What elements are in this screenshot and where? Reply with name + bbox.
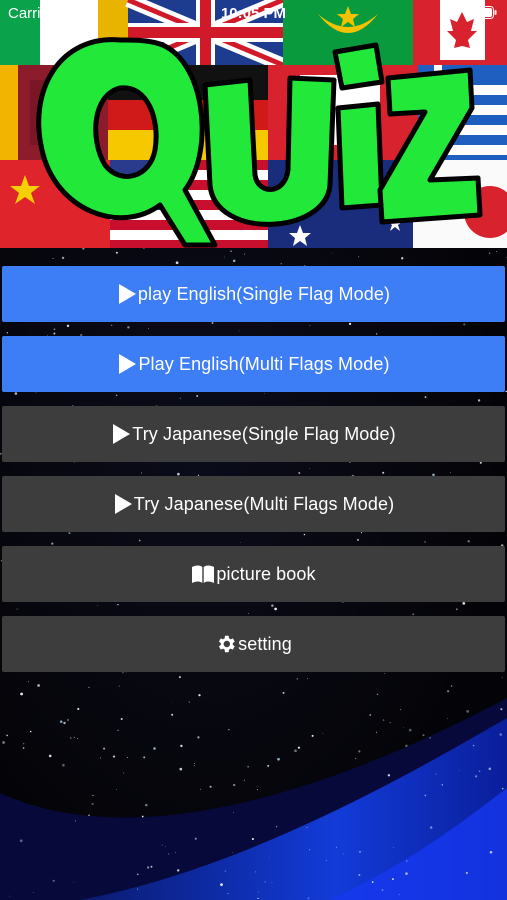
status-bar: Carrier 10:05 PM bbox=[0, 0, 507, 26]
gear-icon bbox=[215, 633, 237, 655]
button-label: setting bbox=[238, 633, 292, 654]
play-icon bbox=[117, 353, 137, 375]
play-icon bbox=[111, 423, 131, 445]
button-label: Try Japanese(Multi Flags Mode) bbox=[133, 493, 395, 514]
button-label: picture book bbox=[216, 563, 316, 584]
button-label: play English(Single Flag Mode) bbox=[137, 283, 391, 304]
button-label: Try Japanese(Single Flag Mode) bbox=[132, 423, 396, 444]
quiz-logo bbox=[36, 37, 483, 248]
try-japanese-single-button[interactable]: Try Japanese(Single Flag Mode) bbox=[2, 406, 505, 462]
flag-collage-header bbox=[0, 0, 507, 248]
button-label: Play English(Multi Flags Mode) bbox=[138, 353, 390, 374]
book-icon bbox=[191, 564, 215, 584]
try-japanese-multi-button[interactable]: Try Japanese(Multi Flags Mode) bbox=[2, 476, 505, 532]
play-english-multi-button[interactable]: Play English(Multi Flags Mode) bbox=[2, 336, 505, 392]
status-time: 10:05 PM bbox=[220, 5, 287, 22]
setting-button[interactable]: setting bbox=[2, 616, 505, 672]
battery-icon bbox=[469, 6, 497, 19]
picture-book-button[interactable]: picture book bbox=[2, 546, 505, 602]
play-icon bbox=[117, 283, 137, 305]
play-icon bbox=[113, 493, 133, 515]
play-english-single-button[interactable]: play English(Single Flag Mode) bbox=[2, 266, 505, 322]
